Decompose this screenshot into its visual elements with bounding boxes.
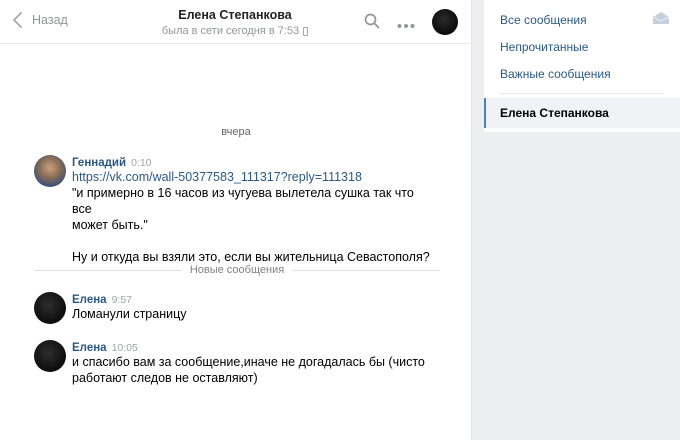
- message-author[interactable]: Елена: [72, 342, 107, 354]
- message-text-line: и спасибо вам за сообщение,иначе не дога…: [72, 355, 425, 369]
- message-body: Геннадий 0:10 https://vk.com/wall-5037758…: [72, 155, 432, 265]
- chevron-left-icon: [13, 12, 22, 28]
- message-body: Елена 10:05 и спасибо вам за сообщение,ин…: [72, 340, 432, 386]
- message-time[interactable]: 10:05: [112, 342, 138, 354]
- message-time[interactable]: 9:57: [112, 294, 132, 306]
- peer-status: была в сети сегодня в 7:53: [150, 25, 320, 37]
- mail-icon[interactable]: [652, 11, 670, 28]
- back-button[interactable]: Назад: [12, 12, 68, 28]
- peer-avatar[interactable]: [432, 9, 458, 35]
- new-messages-label: Новые сообщения: [181, 264, 293, 276]
- message-text-line: может быть.": [72, 218, 148, 232]
- message-header: Елена 10:05: [72, 340, 432, 354]
- message-text-line: работают следов не оставляют): [72, 371, 258, 385]
- last-seen-text: была в сети сегодня в 7:53: [161, 25, 300, 37]
- new-messages-separator: Новые сообщения: [34, 263, 440, 277]
- phone-icon: [303, 26, 309, 36]
- message-text-line: Ломанули страницу: [72, 307, 187, 321]
- message-time[interactable]: 0:10: [131, 157, 151, 169]
- peer-info[interactable]: Елена Степанкова была в сети сегодня в 7…: [150, 8, 320, 37]
- sidebar-divider: [500, 93, 664, 94]
- message-text-line: "и примерно в 16 часов из чугуева вылете…: [72, 186, 414, 216]
- avatar[interactable]: [34, 292, 66, 324]
- message-text-line: [72, 233, 432, 249]
- message-body: Елена 9:57 Ломанули страницу: [72, 292, 432, 322]
- day-label: вчера: [221, 126, 251, 138]
- message-author[interactable]: Геннадий: [72, 157, 126, 169]
- sidebar-item-important[interactable]: Важные сообщения: [484, 60, 680, 88]
- message-header: Геннадий 0:10: [72, 155, 432, 169]
- chat-panel: Назад Елена Степанкова была в сети сегод…: [0, 0, 472, 440]
- avatar[interactable]: [34, 155, 66, 187]
- message-author[interactable]: Елена: [72, 294, 107, 306]
- avatar[interactable]: [34, 340, 66, 372]
- search-icon[interactable]: [364, 13, 380, 32]
- messages-sidebar: Все сообщения Непрочитанные Важные сообщ…: [484, 0, 680, 132]
- chat-header: Назад Елена Степанкова была в сети сегод…: [0, 0, 472, 44]
- back-label: Назад: [32, 13, 68, 27]
- peer-name[interactable]: Елена Степанкова: [150, 8, 320, 22]
- more-icon[interactable]: [397, 18, 415, 32]
- sidebar-item-unread[interactable]: Непрочитанные: [484, 33, 680, 61]
- sidebar-item-all[interactable]: Все сообщения: [484, 6, 680, 34]
- message-link[interactable]: https://vk.com/wall-50377583_111317?repl…: [72, 169, 432, 185]
- sidebar-item-active-dialog[interactable]: Елена Степанкова: [484, 98, 680, 128]
- message-header: Елена 9:57: [72, 292, 432, 306]
